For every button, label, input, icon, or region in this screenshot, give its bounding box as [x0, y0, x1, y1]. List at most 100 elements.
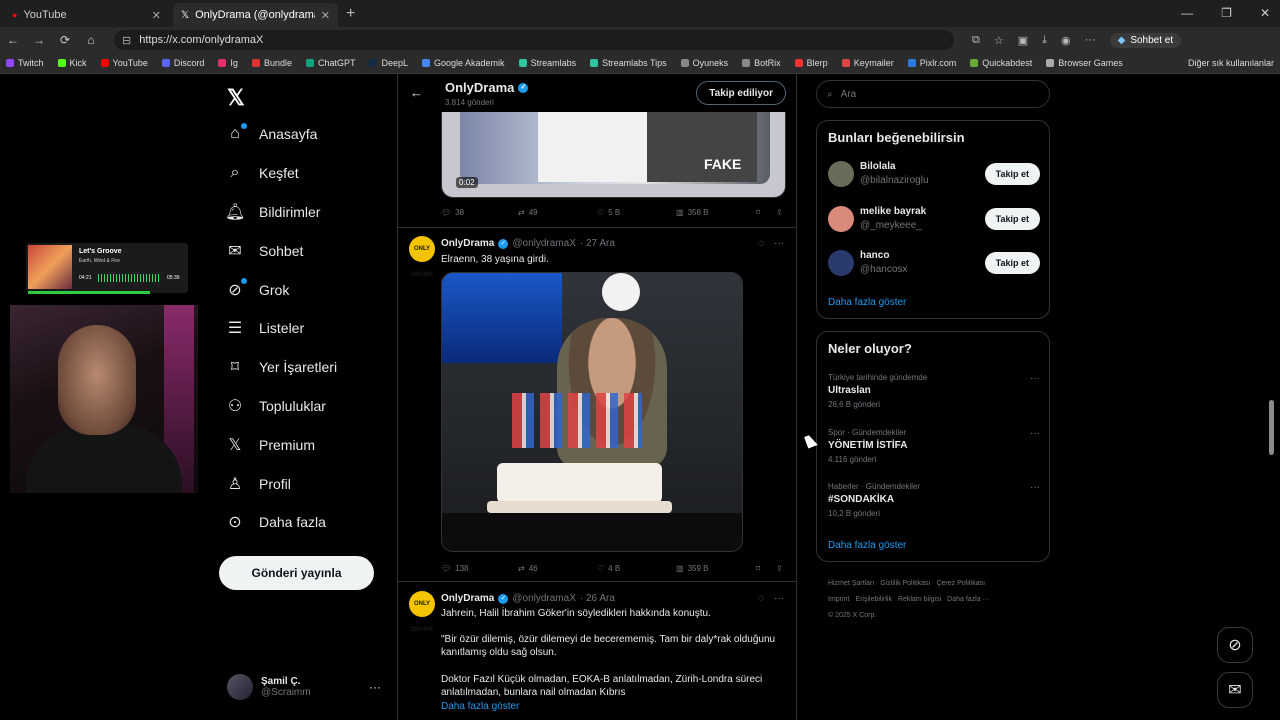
more-icon[interactable]: ···	[1030, 428, 1040, 439]
post-image[interactable]	[441, 272, 743, 552]
bookmark-item[interactable]: YouTube	[100, 58, 148, 68]
user-name[interactable]: hanco	[860, 250, 889, 261]
search-box[interactable]: ⌕	[816, 80, 1050, 108]
messages-fab-button[interactable]: ✉	[1217, 672, 1253, 708]
suggested-user[interactable]: melike bayrak @_meykeee_ Takip et	[828, 204, 1040, 236]
bookmark-item[interactable]: Twitch	[6, 58, 44, 68]
sidebar-item-profil[interactable]: ♙ Profil	[225, 464, 395, 503]
more-icon[interactable]: ···	[774, 238, 784, 249]
copilot-button[interactable]: ◆ Sohbet et	[1109, 32, 1182, 48]
follow-button[interactable]: Takip et	[984, 207, 1040, 230]
sidebar-item-keşfet[interactable]: ⌕ Keşfet	[225, 154, 395, 193]
other-bookmarks[interactable]: Diğer sık kullanılanlar	[1188, 58, 1274, 68]
grok-fab-button[interactable]: ⊘	[1217, 627, 1253, 663]
collections-icon[interactable]: ▣	[1018, 34, 1028, 47]
avatar[interactable]	[828, 205, 854, 232]
avatar[interactable]	[828, 161, 854, 187]
more-icon[interactable]: ···	[369, 680, 381, 694]
suggested-user[interactable]: Bilolala @bilalnaziroglu Takip et	[828, 159, 1040, 191]
bookmark-item[interactable]: Keymailer	[841, 58, 894, 68]
footer-link[interactable]: Imprint	[828, 596, 849, 603]
bookmark-icon[interactable]: ⌑	[756, 208, 776, 217]
footer-link[interactable]: Çerez Politikası	[936, 580, 985, 587]
follow-button[interactable]: Takip et	[984, 252, 1040, 274]
footer-link[interactable]: Hizmet Şartları	[828, 580, 874, 587]
more-icon[interactable]: ···	[1030, 373, 1040, 384]
avatar[interactable]	[828, 250, 854, 276]
repost-button[interactable]: ⇄ 49	[518, 208, 597, 217]
refresh-icon[interactable]: ⟳	[58, 33, 72, 47]
url-field[interactable]: ⊟ https://x.com/onlydramaX	[114, 30, 954, 50]
close-tab-icon[interactable]: ✕	[152, 9, 161, 22]
close-window-icon[interactable]: ✕	[1260, 6, 1270, 20]
post-author-handle[interactable]: @onlydramaX	[512, 593, 576, 604]
footer-link[interactable]: Erişilebilirlik	[855, 596, 892, 603]
bookmark-item[interactable]: Quickabdest	[970, 58, 1032, 68]
video-player[interactable]: FAKE 0:02	[441, 112, 786, 198]
bookmark-item[interactable]: Kick	[57, 58, 87, 68]
share-icon[interactable]: ⇪	[776, 564, 783, 573]
downloads-icon[interactable]: ⤓	[1042, 34, 1047, 47]
restore-icon[interactable]: ❐	[1221, 6, 1232, 20]
share-icon[interactable]: ⇪	[776, 208, 783, 217]
avatar[interactable]: ONLY DRAMA	[409, 236, 435, 278]
bookmark-item[interactable]: Bundle	[251, 58, 292, 68]
like-button[interactable]: ♡ 4 B	[597, 564, 676, 573]
repost-button[interactable]: ⇄ 46	[518, 564, 597, 573]
post-date[interactable]: · 27 Ara	[580, 238, 615, 249]
bookmark-item[interactable]: DeepL	[369, 58, 408, 68]
avatar[interactable]: ONLY DRAMA	[409, 591, 435, 633]
favorites-icon[interactable]: ☆	[994, 34, 1004, 47]
reply-button[interactable]: 💬︎ 38	[441, 208, 518, 217]
sidebar-item-yer-i̇şaretleri[interactable]: ⌑ Yer İşaretleri	[225, 348, 395, 387]
bookmark-item[interactable]: Streamlabs	[518, 58, 576, 68]
more-icon[interactable]: ···	[1030, 482, 1040, 493]
bookmark-item[interactable]: Discord	[161, 58, 204, 68]
bookmark-item[interactable]: Ig	[218, 58, 238, 68]
post-button[interactable]: Gönderi yayınla	[219, 556, 374, 590]
bookmark-item[interactable]: Browser Games	[1046, 58, 1123, 68]
trend-item[interactable]: Spor · Gündemdekiler YÖNETİM İSTİFA 4.116 …	[828, 428, 1040, 470]
sidebar-item-anasayfa[interactable]: ⌂ Anasayfa	[225, 115, 395, 154]
sidebar-item-listeler[interactable]: ☰ Listeler	[225, 309, 395, 348]
following-button[interactable]: Takip ediliyor	[696, 81, 786, 105]
bookmark-item[interactable]: Blerp	[794, 58, 828, 68]
forward-icon[interactable]: →	[32, 33, 46, 47]
bookmark-item[interactable]: Pixlr.com	[907, 58, 956, 68]
show-more-link[interactable]: Daha fazla göster	[441, 701, 519, 712]
like-button[interactable]: ♡ 5 B	[597, 208, 676, 217]
footer-link[interactable]: Gizlilik Politikası	[880, 580, 930, 587]
new-tab-button[interactable]: +	[346, 3, 355, 27]
profile-icon[interactable]: ◉	[1061, 34, 1071, 47]
sidebar-item-topluluklar[interactable]: ⚇ Topluluklar	[225, 387, 395, 426]
post-author-name[interactable]: OnlyDrama	[441, 593, 494, 604]
sidebar-item-bildirimler[interactable]: 🔔︎ Bildirimler	[225, 193, 395, 232]
bookmark-icon[interactable]: ⌑	[756, 564, 776, 573]
sidebar-item-sohbet[interactable]: ✉ Sohbet	[225, 231, 395, 270]
follow-button[interactable]: Takip et	[984, 163, 1040, 185]
site-info-icon[interactable]: ⊟	[122, 34, 131, 47]
grok-icon[interactable]: ◌	[758, 238, 764, 249]
trend-item[interactable]: Türkiye tarihinde gündemde Ultraslan 26,6 …	[828, 373, 1040, 415]
bookmark-item[interactable]: Streamlabs Tips	[590, 58, 667, 68]
post[interactable]: ONLY DRAMA OnlyDrama ✓ @onlydramaX · 27 …	[398, 236, 796, 576]
bookmark-item[interactable]: Oyuneks	[680, 58, 728, 68]
show-more-link[interactable]: Daha fazla göster	[828, 297, 906, 308]
page-scrollbar[interactable]	[1269, 400, 1274, 455]
more-icon[interactable]: ···	[774, 593, 784, 604]
trend-item[interactable]: Haberler · Gündemdekiler #SONDAKİKA 10,2 B…	[828, 482, 1040, 524]
user-name[interactable]: Bilolala	[860, 161, 896, 172]
tab-youtube[interactable]: ● YouTube ✕	[4, 3, 169, 27]
back-arrow-icon[interactable]: ←	[410, 85, 423, 100]
search-input[interactable]	[840, 88, 1021, 100]
x-logo-icon[interactable]: 𝕏	[227, 85, 245, 111]
show-more-link[interactable]: Daha fazla göster	[828, 540, 906, 551]
post-date[interactable]: · 26 Ara	[580, 593, 615, 604]
suggested-user[interactable]: hanco @hancosx Takip et	[828, 248, 1040, 280]
footer-link[interactable]: Daha fazla ···	[947, 596, 989, 603]
grok-icon[interactable]: ◌	[758, 593, 764, 604]
menu-icon[interactable]: ···	[1085, 34, 1096, 46]
user-name[interactable]: melike bayrak	[860, 206, 926, 217]
back-icon[interactable]: ←	[6, 33, 20, 47]
tab-onlydrama[interactable]: 𝕏 OnlyDrama (@onlydramaX) / X ✕	[173, 3, 338, 27]
